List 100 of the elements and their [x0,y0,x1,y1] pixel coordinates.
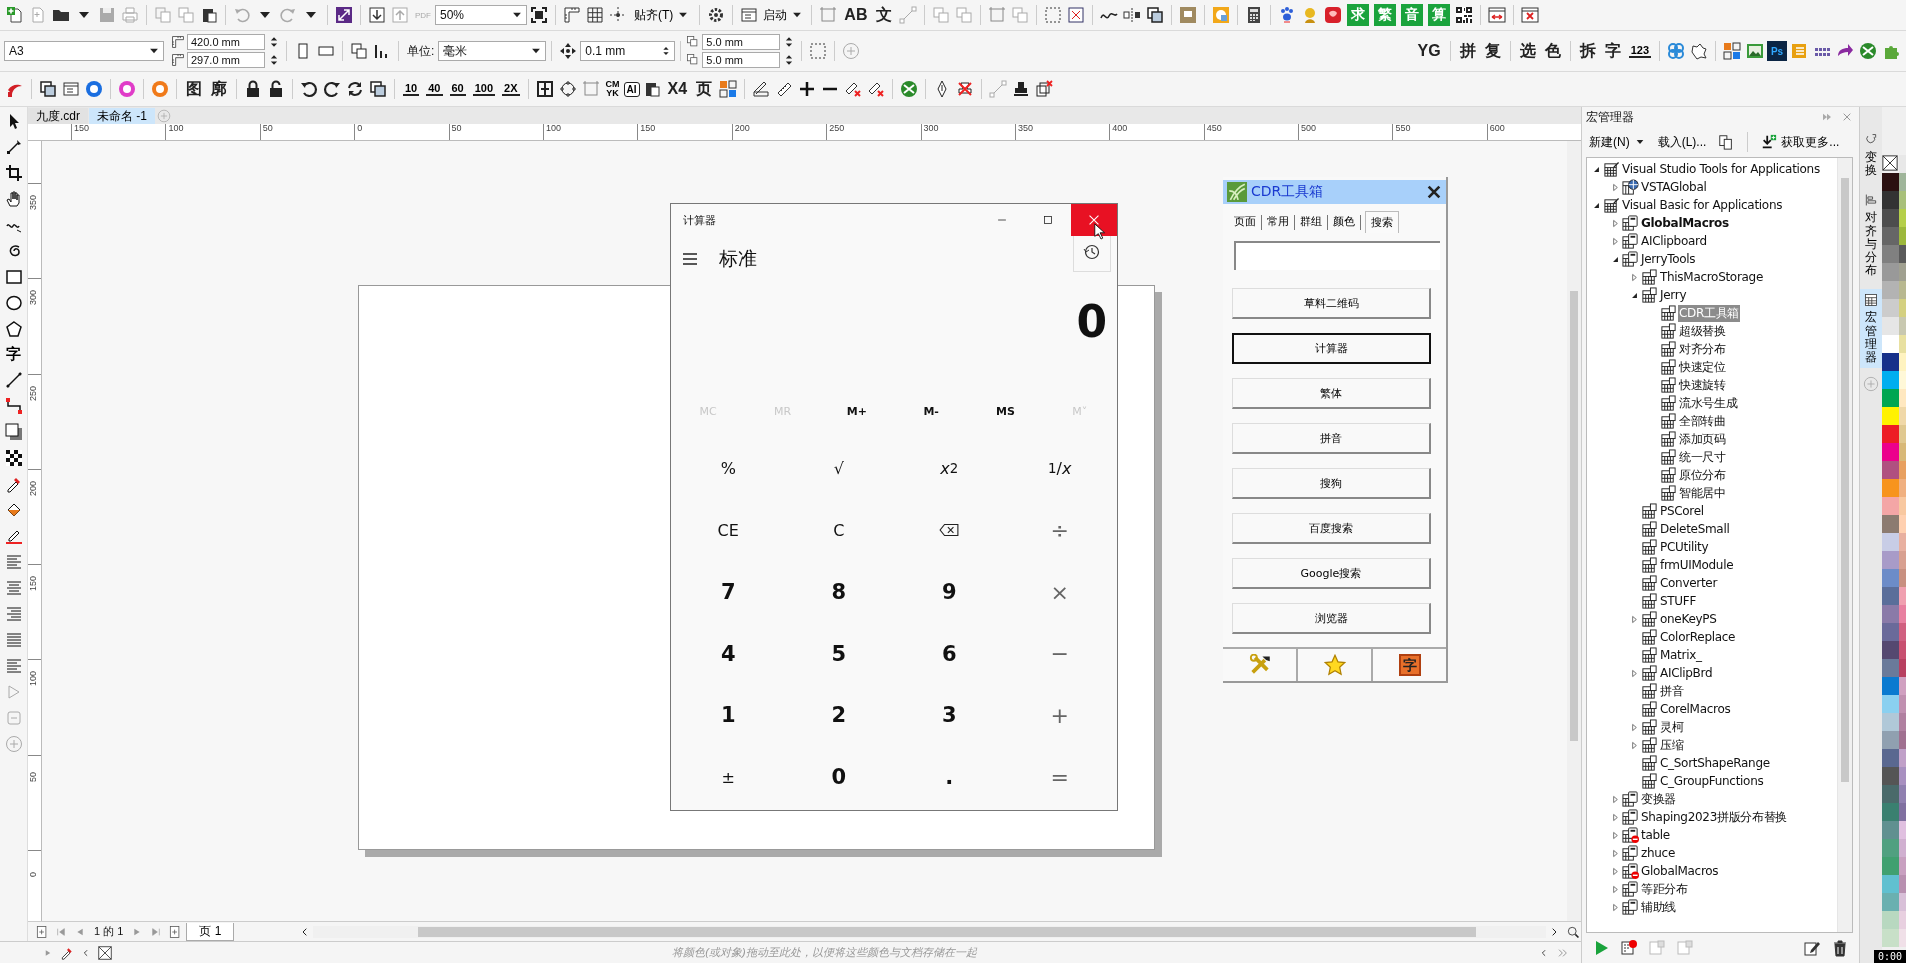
tree-item[interactable]: GlobalMacros [1640,216,1730,230]
tree-item[interactable]: Visual Studio Tools for Applications [1621,162,1821,176]
tree-item[interactable]: 添加页码 [1678,430,1727,448]
toolbar-button[interactable]: 页 [692,78,717,100]
tree-item[interactable]: frmUIModule [1659,558,1735,572]
tree-item[interactable]: JerryTools [1640,252,1697,266]
snap-dropdown[interactable]: 贴齐(T) [630,6,695,24]
toolbox-button[interactable]: 搜狗 [1232,468,1431,499]
digit-key[interactable]: 2 [783,684,894,747]
operator-key[interactable]: + [1004,684,1115,747]
height-field[interactable]: 297.0 mm [187,52,265,68]
memory-button[interactable]: M- [894,403,969,419]
toolbox-button[interactable]: 草料二维码 [1232,288,1431,319]
document-tab[interactable]: 未命名 -1 [89,108,156,124]
digit-key[interactable]: 9 [894,561,1005,623]
tree-item[interactable]: 对齐分布 [1678,340,1727,358]
toolbox-button[interactable]: 繁体 [1232,378,1431,409]
tree-item[interactable]: C_GroupFunctions [1659,774,1765,788]
tree-item[interactable]: ColorReplace [1659,630,1737,644]
tree-item[interactable]: 拼音 [1659,682,1685,700]
tree-item[interactable]: STUFF [1659,594,1698,608]
tree-item[interactable]: 流水号生成 [1678,394,1739,412]
page-tab[interactable]: 页 1 [186,922,235,941]
tree-item[interactable]: VSTAGlobal [1640,180,1708,194]
toolbar-button[interactable]: 选 [1515,40,1540,62]
tree-item[interactable]: Visual Basic for Applications [1621,198,1784,212]
memory-button[interactable]: M+ [819,403,894,419]
tree-item[interactable]: AIClipboard [1640,234,1708,248]
tree-item[interactable]: AIClipBrd [1659,666,1714,680]
tree-item[interactable]: ThisMacroStorage [1659,270,1764,284]
digit-key[interactable]: 4 [673,623,784,685]
function-key[interactable]: √ [783,438,894,500]
tree-item[interactable]: 超级替换 [1678,322,1727,340]
toolbox-button[interactable]: 百度搜索 [1232,513,1431,544]
tree-item[interactable]: zhuce [1640,846,1676,860]
tree-item[interactable]: 等距分布 [1640,880,1689,898]
toolbar-button[interactable]: 廓 [207,78,231,100]
digit-key[interactable]: 6 [894,623,1005,685]
tree-item[interactable]: PCUtility [1659,540,1710,554]
zoom-field[interactable]: 50% [435,5,527,25]
toolbar-button[interactable]: 40 [426,82,443,96]
tree-item[interactable]: 全部转曲 [1678,412,1727,430]
docker-tab[interactable]: 变换 [1860,129,1882,182]
toolbox-tab[interactable]: 颜色 [1328,214,1361,230]
toolbar-button[interactable]: AI [623,81,640,97]
tree-item[interactable]: 智能居中 [1678,484,1727,502]
tree-item[interactable]: Shaping2023拼版分布替换 [1640,808,1789,826]
nudge-field[interactable]: 0.1 mm [580,41,676,61]
toolbox-tab[interactable]: 常用 [1262,214,1295,230]
toolbox-button[interactable]: Google搜索 [1232,558,1431,589]
toolbox-button[interactable]: 浏览器 [1232,603,1431,634]
tree-item[interactable]: 灵柯 [1659,718,1685,736]
toolbar-button[interactable]: 文 [872,4,897,26]
get-more-button[interactable]: 获取更多... [1758,133,1843,151]
new-menu-button[interactable]: 新建(N) [1586,133,1649,151]
digit-key[interactable]: 3 [894,684,1005,747]
character-button[interactable]: 字 [1398,654,1421,676]
toolbar-button[interactable]: AB [840,6,872,24]
toolbar-button[interactable]: Ps [1767,41,1787,61]
tree-item[interactable]: 变换器 [1640,790,1678,808]
tree-item[interactable]: oneKeyPS [1659,612,1718,626]
toolbar-button[interactable]: 拆 [1575,40,1600,62]
tree-item[interactable]: Matrix_ [1659,648,1703,662]
digit-key[interactable]: 7 [673,561,784,623]
toolbox-button[interactable]: 计算器 [1232,333,1431,364]
function-key[interactable]: % [673,438,784,500]
tree-item[interactable]: DeleteSmall [1659,522,1731,536]
docker-tab[interactable]: 宏管理器 [1860,289,1882,369]
offset-x-field[interactable]: 5.0 mm [702,34,781,50]
memory-button[interactable]: MS [968,403,1043,419]
tree-item[interactable]: C_SortShapeRange [1659,756,1771,770]
toolbox-button[interactable]: 拼音 [1232,423,1431,454]
toolbar-button[interactable]: 2X [502,82,520,96]
tree-item[interactable]: 辅助线 [1640,898,1678,916]
tree-item[interactable]: 快速旋转 [1678,376,1727,394]
toolbox-tab[interactable]: 搜索 [1365,211,1399,233]
units-dropdown[interactable]: 毫米 [438,41,547,61]
toolbar-button[interactable]: 色 [1540,40,1565,62]
toolbar-button[interactable]: 10 [403,82,420,96]
operator-key[interactable]: = [1004,746,1115,808]
digit-key[interactable]: 1 [673,684,784,747]
tree-item[interactable]: Jerry [1659,288,1688,302]
tree-item[interactable]: Converter [1659,576,1719,590]
text-tool[interactable]: 字 [6,345,21,364]
tree-item[interactable]: 原位分布 [1678,466,1727,484]
toolbox-tab[interactable]: 页面 [1229,214,1262,230]
toolbar-button[interactable]: X4 [663,80,692,98]
toolbar-button[interactable]: 60 [449,82,466,96]
operator-key[interactable]: ÷ [1004,499,1115,562]
function-key[interactable]: ± [673,746,784,808]
digit-key[interactable]: 0 [783,746,894,808]
operator-key[interactable]: × [1004,561,1115,623]
toolbar-button[interactable]: 字 [1600,40,1625,62]
digit-key[interactable]: 8 [783,561,894,623]
toolbar-button[interactable]: 图 [182,78,206,100]
function-key[interactable]: CE [673,499,784,562]
digit-key[interactable]: 5 [783,623,894,685]
toolbar-button[interactable]: 拼 [1455,40,1480,62]
tree-item[interactable]: PSCorel [1659,504,1705,518]
width-field[interactable]: 420.0 mm [187,34,265,50]
